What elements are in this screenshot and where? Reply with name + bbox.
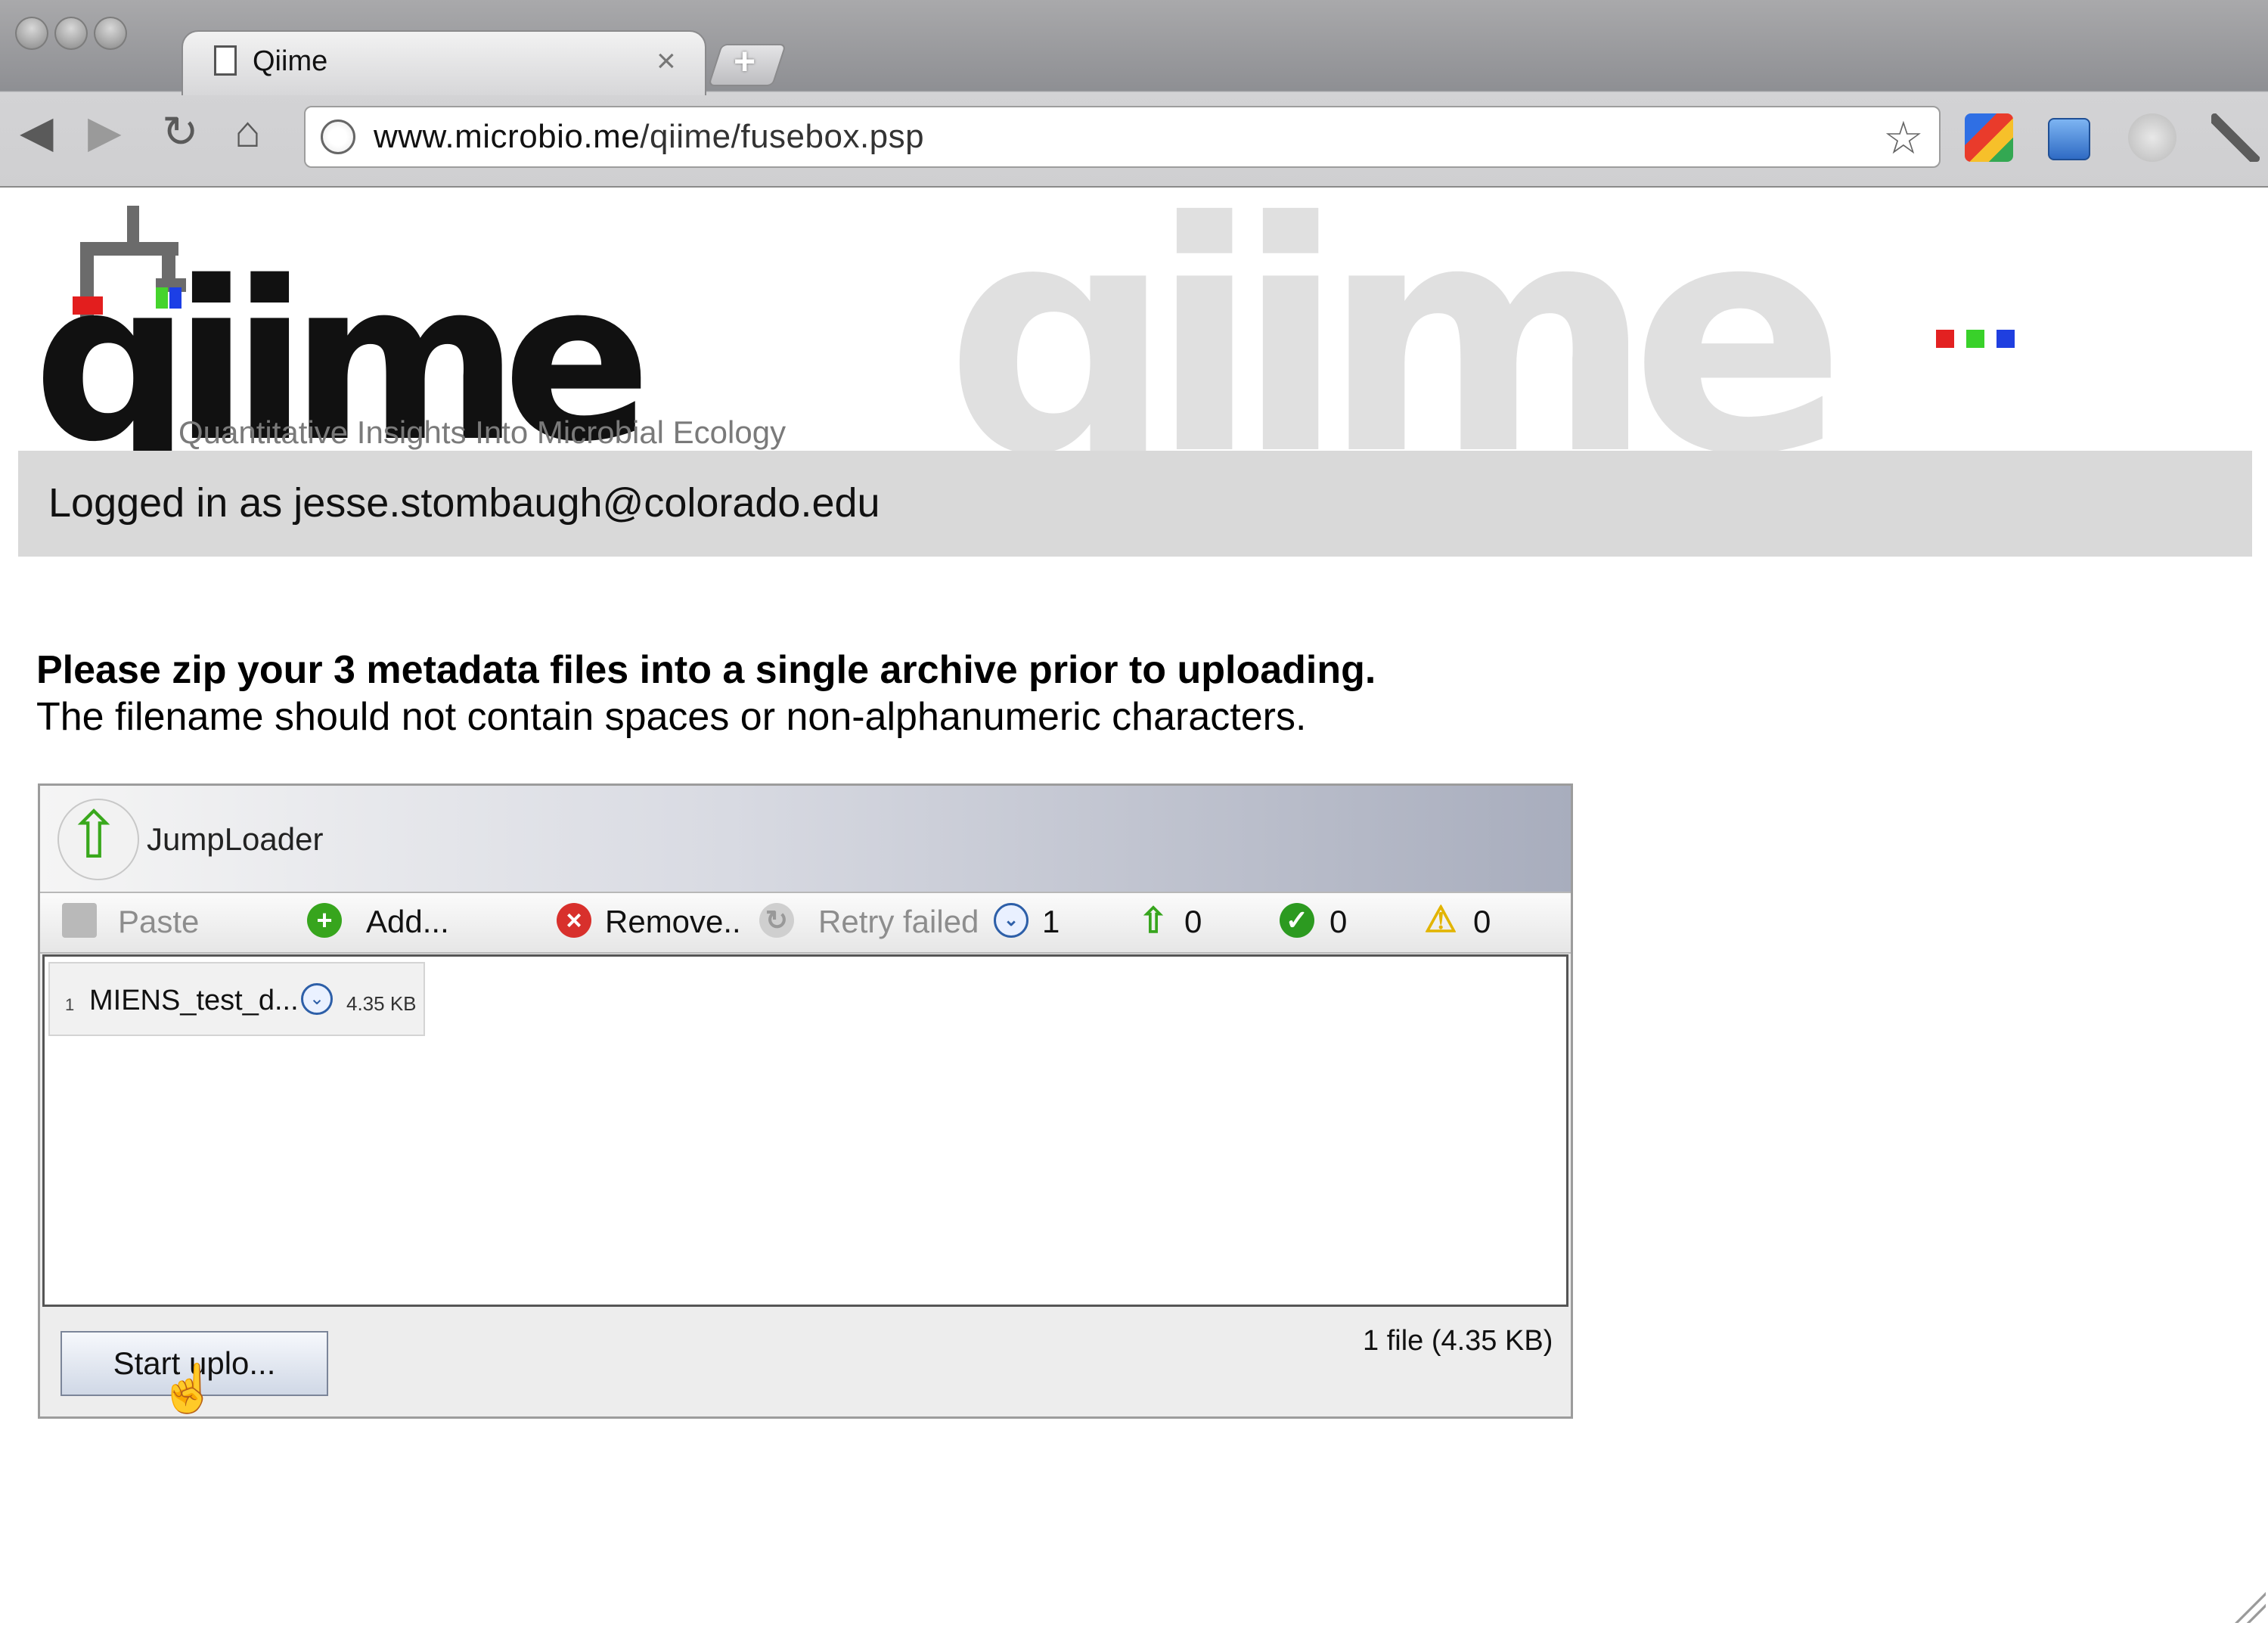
remove-button[interactable]: Remove.. [605,904,741,939]
blue-dot [1997,330,2015,348]
pending-clock-icon: ⌄ [301,983,333,1015]
back-icon[interactable]: ◀ [20,110,54,154]
pending-count: 1 [1042,904,1060,939]
logged-in-text: Logged in as jesse.stombaugh@colorado.ed… [48,480,880,526]
logo-subtitle: Quantitative Insights Into Microbial Eco… [178,414,787,450]
file-size: 4.35 KB [346,992,417,1015]
checkmark-extension-icon[interactable] [2128,113,2176,162]
window-minimize-button[interactable] [54,17,88,50]
red-dot [1936,330,1954,348]
done-count: 0 [1329,904,1348,939]
bookmark-star-icon[interactable]: ☆ [1883,112,1924,165]
applet-title: JumpLoader [147,821,324,857]
globe-icon [321,119,355,154]
plus-icon[interactable]: + [734,39,755,83]
retry-icon[interactable]: ↻ [759,903,794,938]
warning-icon: ⚠ [1424,900,1457,940]
tab-close-icon[interactable]: × [656,42,676,80]
retry-failed-button[interactable]: Retry failed [818,904,979,939]
uploading-arrow-icon: ⇧ [1138,901,1168,940]
file-name: MIENS_test_d... [89,985,299,1016]
green-dot [1966,330,1984,348]
uploading-count: 0 [1184,904,1202,939]
page-icon [214,45,237,76]
reload-icon[interactable]: ↻ [162,110,199,154]
hand-cursor-icon: ☝ [159,1363,218,1415]
windows-extension-icon[interactable] [2048,118,2090,160]
remove-icon[interactable]: × [557,903,591,938]
instruction-note: The filename should not contain spaces o… [36,695,1307,739]
resize-grip-icon[interactable] [2231,1588,2266,1623]
file-summary: 1 file (4.35 KB) [1363,1325,1553,1357]
google-extension-icon[interactable] [1965,113,2013,162]
done-check-icon: ✓ [1280,903,1314,938]
tab-title: Qiime [253,45,328,77]
add-icon[interactable]: + [307,903,342,938]
failed-count: 0 [1473,904,1491,939]
instruction-heading: Please zip your 3 metadata files into a … [36,648,1376,692]
add-button[interactable]: Add... [366,904,449,939]
url-text[interactable]: www.microbio.me/qiime/fusebox.psp [374,118,924,156]
url-path: /qiime/fusebox.psp [640,118,925,155]
forward-icon[interactable]: ▶ [88,110,122,154]
window-close-button[interactable] [15,17,48,50]
wrench-icon[interactable] [2211,113,2260,162]
window-zoom-button[interactable] [94,17,127,50]
home-icon[interactable]: ⌂ [234,110,261,154]
pending-clock-icon: ⌄ [994,903,1029,938]
file-index: 1 [65,995,75,1014]
clipboard-icon [62,903,97,938]
url-host: www.microbio.me [374,118,641,155]
upload-arrow-icon: ⇧ [67,799,122,872]
paste-button[interactable]: Paste [118,904,199,939]
